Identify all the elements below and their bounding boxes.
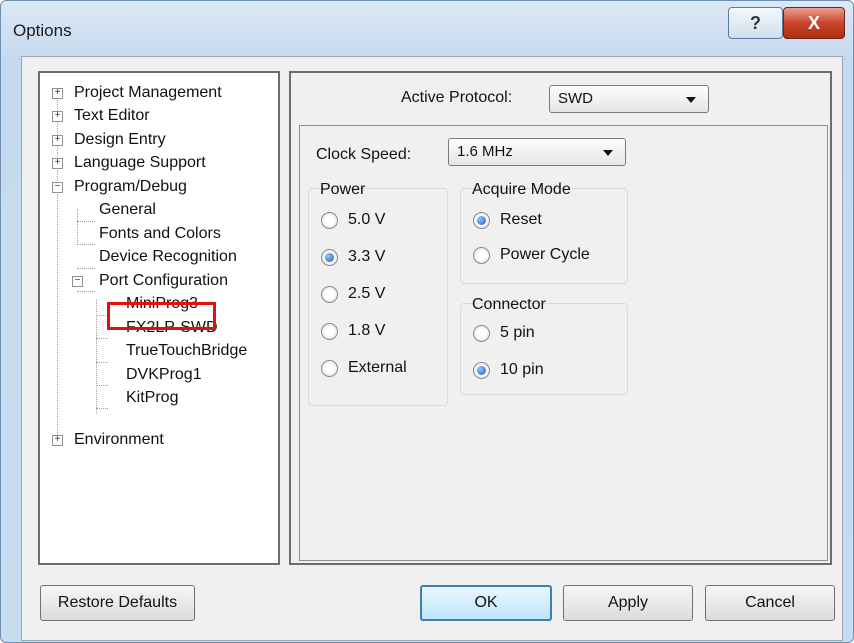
expand-icon[interactable]: + <box>52 435 63 446</box>
tree-item-device-recognition[interactable]: Device Recognition <box>99 247 237 267</box>
active-protocol-value: SWD <box>558 90 593 107</box>
tree-item-fonts-and-colors[interactable]: Fonts and Colors <box>99 224 221 244</box>
radio-external[interactable] <box>321 360 338 377</box>
active-protocol-dropdown[interactable]: SWD <box>549 85 709 113</box>
expand-icon[interactable]: + <box>52 111 63 122</box>
radio-3v3[interactable] <box>321 249 338 266</box>
cancel-button[interactable]: Cancel <box>705 585 835 621</box>
power-group-title: Power <box>320 181 366 198</box>
connector-title: Connector <box>472 296 546 313</box>
tree-item-dvkprog1[interactable]: DVKProg1 <box>126 365 202 385</box>
clock-speed-dropdown[interactable]: 1.6 MHz <box>448 138 626 166</box>
dialog-title: Options <box>13 21 72 40</box>
expand-icon[interactable]: + <box>52 135 63 146</box>
power-1v8-label: 1.8 V <box>348 322 386 339</box>
active-protocol-label: Active Protocol: <box>401 89 513 106</box>
settings-panel: Active Protocol: SWD Clock Speed: 1.6 MH… <box>289 71 832 565</box>
tree-item-kitprog[interactable]: KitProg <box>126 388 178 408</box>
chevron-down-icon <box>603 150 613 156</box>
tree-item-environment[interactable]: Environment <box>74 430 164 450</box>
tree-item-program-debug[interactable]: Program/Debug <box>74 177 187 197</box>
tree-item-general[interactable]: General <box>99 200 156 220</box>
collapse-icon[interactable]: − <box>52 182 63 193</box>
apply-button[interactable]: Apply <box>563 585 693 621</box>
acquire-reset-label: Reset <box>500 211 542 228</box>
connector-10-pin-label: 10 pin <box>500 361 544 378</box>
tree-item-language-support[interactable]: Language Support <box>74 153 206 173</box>
tree-item-design-entry[interactable]: Design Entry <box>74 130 166 150</box>
radio-2v5[interactable] <box>321 286 338 303</box>
radio-power-cycle[interactable] <box>473 247 490 264</box>
tree-item-text-editor[interactable]: Text Editor <box>74 106 150 126</box>
tree-item-project-management[interactable]: Project Management <box>74 83 222 103</box>
options-dialog: Options ? X + Project Management + Text … <box>0 0 854 643</box>
chevron-down-icon <box>686 97 696 103</box>
close-button[interactable]: X <box>783 7 845 39</box>
help-button[interactable]: ? <box>728 7 783 39</box>
power-external-label: External <box>348 359 407 376</box>
collapse-icon[interactable]: − <box>72 276 83 287</box>
selection-highlight <box>107 302 216 330</box>
tree-item-port-configuration[interactable]: Port Configuration <box>99 271 228 291</box>
expand-icon[interactable]: + <box>52 88 63 99</box>
dialog-body: + Project Management + Text Editor + Des… <box>21 56 843 641</box>
connector-5-pin-label: 5 pin <box>500 324 535 341</box>
power-3v3-label: 3.3 V <box>348 248 386 265</box>
close-icon: X <box>807 12 820 33</box>
help-icon: ? <box>750 12 761 33</box>
tree-item-truetouchbridge[interactable]: TrueTouchBridge <box>126 341 247 361</box>
ok-button[interactable]: OK <box>420 585 552 621</box>
clock-speed-label: Clock Speed: <box>316 146 412 163</box>
options-tree[interactable]: + Project Management + Text Editor + Des… <box>38 71 280 565</box>
acquire-mode-group <box>460 188 628 284</box>
radio-1v8[interactable] <box>321 323 338 340</box>
radio-5-pin[interactable] <box>473 325 490 342</box>
expand-icon[interactable]: + <box>52 158 63 169</box>
connector-group <box>460 303 628 395</box>
radio-10-pin[interactable] <box>473 362 490 379</box>
acquire-power-cycle-label: Power Cycle <box>500 246 590 263</box>
power-2v5-label: 2.5 V <box>348 285 386 302</box>
acquire-mode-title: Acquire Mode <box>472 181 571 198</box>
power-5v-label: 5.0 V <box>348 211 386 228</box>
restore-defaults-button[interactable]: Restore Defaults <box>40 585 195 621</box>
radio-5v[interactable] <box>321 212 338 229</box>
clock-speed-value: 1.6 MHz <box>457 143 513 160</box>
port-settings-frame: Clock Speed: 1.6 MHz Power 5.0 V 3.3 V 2… <box>299 125 828 561</box>
radio-reset[interactable] <box>473 212 490 229</box>
